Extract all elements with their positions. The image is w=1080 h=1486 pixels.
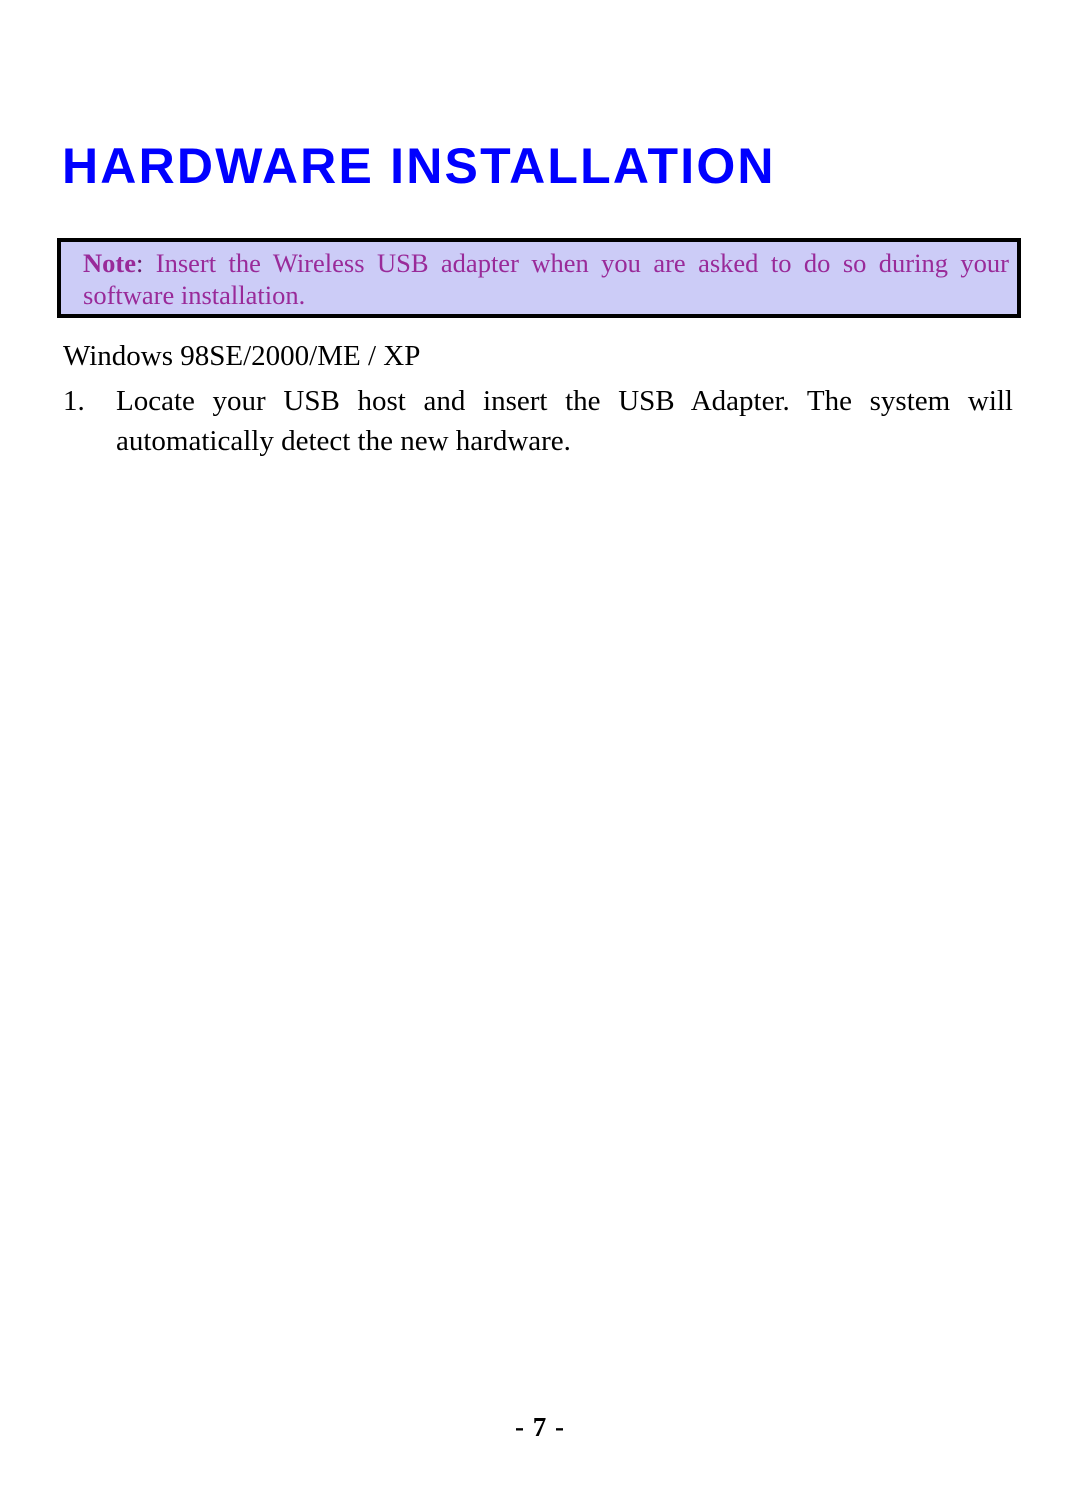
note-callout-box: Note: Insert the Wireless USB adapter wh… — [57, 238, 1021, 318]
step-number: 1. — [63, 385, 85, 417]
step-text: Locate your USB host and insert the USB … — [116, 385, 1013, 457]
steps-list: 1. Locate your USB host and insert the U… — [63, 381, 1013, 461]
list-item: 1. Locate your USB host and insert the U… — [63, 381, 1013, 461]
page-title: HARDWARE INSTALLATION — [62, 137, 776, 194]
note-body: Insert the Wireless USB adapter when you… — [83, 248, 1009, 310]
note-text: Note: Insert the Wireless USB adapter wh… — [83, 247, 1009, 311]
os-heading: Windows 98SE/2000/ME / XP — [63, 340, 421, 372]
page-number-footer: - 7 - — [515, 1412, 565, 1442]
note-label: Note — [83, 248, 136, 278]
document-page: HARDWARE INSTALLATION Note: Insert the W… — [0, 0, 1080, 1486]
